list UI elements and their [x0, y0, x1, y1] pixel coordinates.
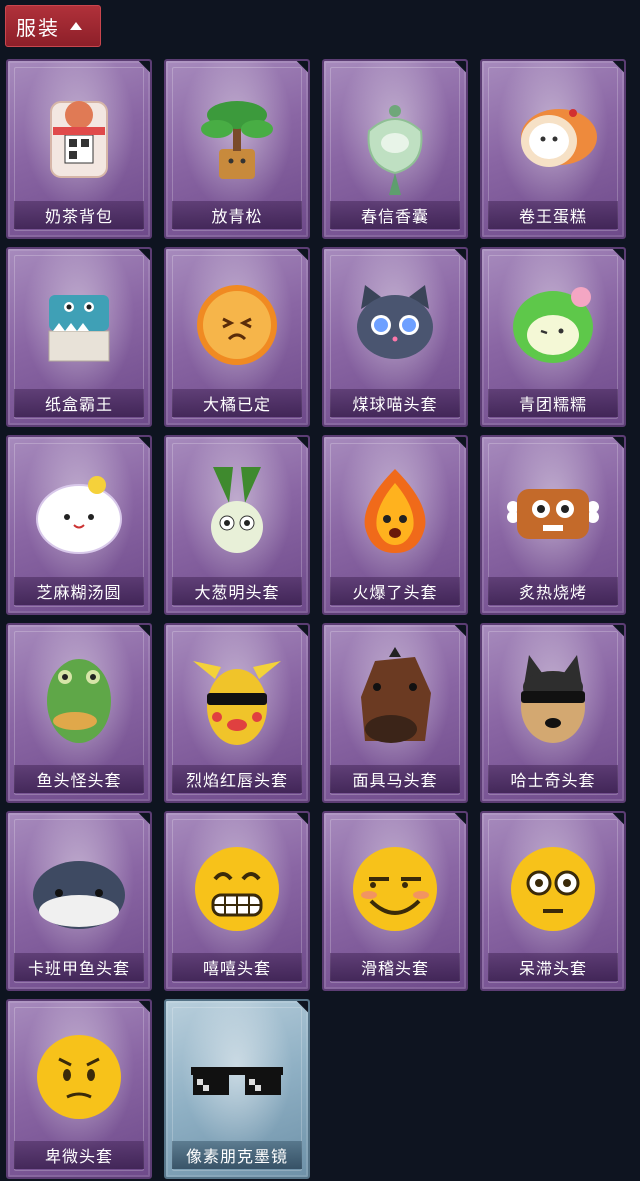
costume-card[interactable]: 鱼头怪头套	[6, 623, 152, 803]
husky-mask-icon	[482, 641, 624, 761]
costume-card[interactable]: 像素朋克墨镜	[164, 999, 310, 1179]
costume-card[interactable]: 大橘已定	[164, 247, 310, 427]
costume-name: 烈焰红唇头套	[172, 765, 302, 793]
costume-name: 大葱明头套	[172, 577, 302, 605]
costume-name: 鱼头怪头套	[14, 765, 144, 793]
costume-name: 哈士奇头套	[488, 765, 618, 793]
bbq-meat-icon	[482, 453, 624, 573]
costume-grid: 奶茶背包 放青松 春信香囊 卷王蛋糕纸盒霸王 大橘已定 煤球喵头套 青团糯糯芝麻糊汤圆 大葱明…	[6, 59, 626, 1179]
costume-name: 奶茶背包	[14, 201, 144, 229]
fire-head-icon	[324, 453, 466, 573]
costume-card[interactable]: 烈焰红唇头套	[164, 623, 310, 803]
costume-card[interactable]: 火爆了头套	[322, 435, 468, 615]
costume-name: 像素朋克墨镜	[172, 1141, 302, 1169]
costume-card[interactable]: 卑微头套	[6, 999, 152, 1179]
rice-ball-icon	[8, 453, 150, 573]
costume-card[interactable]: 炙热烧烤	[480, 435, 626, 615]
costume-name: 春信香囊	[330, 201, 460, 229]
costume-name: 大橘已定	[172, 389, 302, 417]
cardboard-dino-icon	[8, 265, 150, 385]
bonsai-pine-icon	[166, 77, 308, 197]
costume-name: 放青松	[172, 201, 302, 229]
pixel-sunglasses-icon	[166, 1017, 308, 1137]
orange-slice-icon	[166, 265, 308, 385]
costume-card[interactable]: 滑稽头套	[322, 811, 468, 991]
stare-emoji-icon	[482, 829, 624, 949]
costume-card[interactable]: 卷王蛋糕	[480, 59, 626, 239]
costume-card[interactable]: 春信香囊	[322, 59, 468, 239]
black-cat-head-icon	[324, 265, 466, 385]
costume-card[interactable]: 奶茶背包	[6, 59, 152, 239]
costume-card[interactable]: 青团糯糯	[480, 247, 626, 427]
sachet-icon	[324, 77, 466, 197]
costume-card[interactable]: 面具马头套	[322, 623, 468, 803]
green-dumpling-icon	[482, 265, 624, 385]
whale-head-icon	[8, 829, 150, 949]
costume-name: 卡班甲鱼头套	[14, 953, 144, 981]
costume-card[interactable]: 嘻嘻头套	[164, 811, 310, 991]
grin-emoji-icon	[166, 829, 308, 949]
horse-mask-icon	[324, 641, 466, 761]
costume-card[interactable]: 芝麻糊汤圆	[6, 435, 152, 615]
costume-card[interactable]: 煤球喵头套	[322, 247, 468, 427]
costume-name: 卷王蛋糕	[488, 201, 618, 229]
category-label: 服装	[16, 15, 60, 40]
costume-card[interactable]: 呆滞头套	[480, 811, 626, 991]
costume-name: 煤球喵头套	[330, 389, 460, 417]
costume-name: 芝麻糊汤圆	[14, 577, 144, 605]
milk-tea-backpack-icon	[8, 77, 150, 197]
costume-card[interactable]: 哈士奇头套	[480, 623, 626, 803]
costume-name: 滑稽头套	[330, 953, 460, 981]
roll-cake-icon	[482, 77, 624, 197]
smirk-emoji-icon	[324, 829, 466, 949]
costume-name: 炙热烧烤	[488, 577, 618, 605]
costume-card[interactable]: 大葱明头套	[164, 435, 310, 615]
costume-card[interactable]: 卡班甲鱼头套	[6, 811, 152, 991]
costume-name: 嘻嘻头套	[172, 953, 302, 981]
humble-emoji-icon	[8, 1017, 150, 1137]
green-onion-head-icon	[166, 453, 308, 573]
costume-name: 青团糯糯	[488, 389, 618, 417]
costume-card[interactable]: 放青松	[164, 59, 310, 239]
costume-name: 卑微头套	[14, 1141, 144, 1169]
costume-name: 火爆了头套	[330, 577, 460, 605]
costume-name: 纸盒霸王	[14, 389, 144, 417]
costume-card[interactable]: 纸盒霸王	[6, 247, 152, 427]
costume-category-toggle[interactable]: 服装	[5, 5, 101, 47]
costume-name: 呆滞头套	[488, 953, 618, 981]
chevron-up-icon	[70, 22, 82, 30]
yellow-mouse-mask-icon	[166, 641, 308, 761]
fish-mask-icon	[8, 641, 150, 761]
costume-name: 面具马头套	[330, 765, 460, 793]
